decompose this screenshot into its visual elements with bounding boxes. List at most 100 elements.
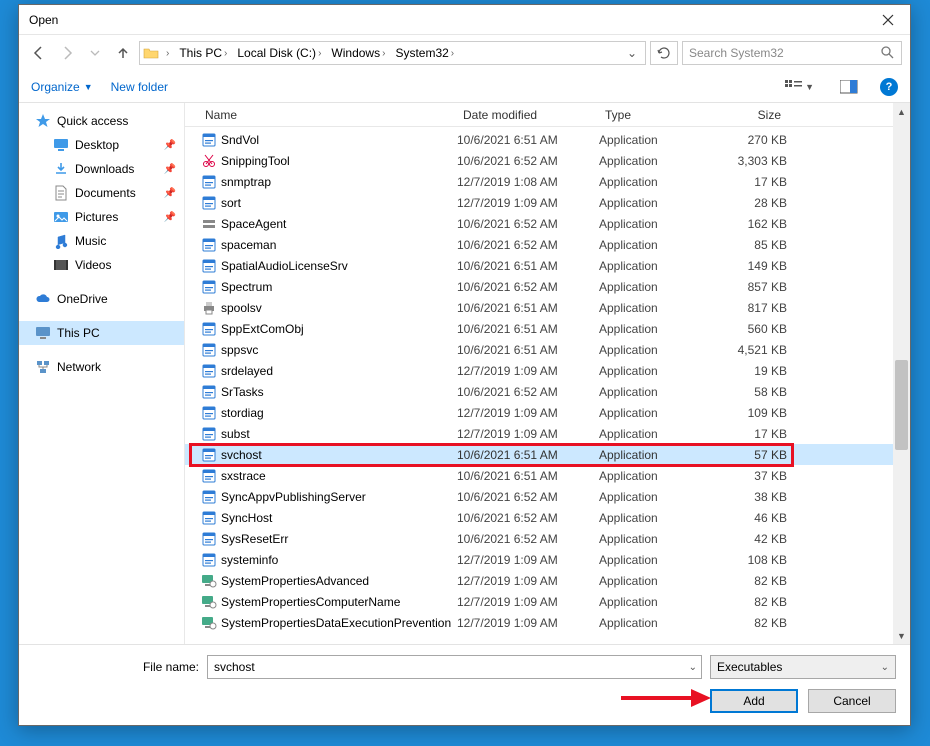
- scroll-down-icon[interactable]: ▼: [893, 627, 910, 644]
- file-type: Application: [599, 553, 709, 567]
- file-row[interactable]: SnippingTool10/6/2021 6:52 AMApplication…: [185, 150, 910, 171]
- view-options-button[interactable]: ▼: [781, 78, 818, 96]
- column-name[interactable]: Name: [199, 108, 457, 122]
- close-button[interactable]: [866, 5, 910, 35]
- preview-pane-button[interactable]: [836, 78, 862, 96]
- file-row[interactable]: SpaceAgent10/6/2021 6:52 AMApplication16…: [185, 213, 910, 234]
- file-row[interactable]: SystemPropertiesComputerName12/7/2019 1:…: [185, 591, 910, 612]
- open-dialog: Open › This PC› Local Disk (C:)› Windows…: [18, 4, 911, 726]
- breadcrumb-item[interactable]: Local Disk (C:)›: [233, 46, 325, 60]
- back-button[interactable]: [27, 41, 51, 65]
- file-icon: [199, 426, 219, 442]
- file-size: 38 KB: [709, 490, 787, 504]
- chevron-down-icon[interactable]: ⌄: [689, 662, 697, 673]
- file-size: 149 KB: [709, 259, 787, 273]
- file-row[interactable]: SyncHost10/6/2021 6:52 AMApplication46 K…: [185, 507, 910, 528]
- vertical-scrollbar[interactable]: ▲ ▼: [893, 103, 910, 644]
- file-row[interactable]: sxstrace10/6/2021 6:51 AMApplication37 K…: [185, 465, 910, 486]
- column-date[interactable]: Date modified: [457, 108, 599, 122]
- file-row[interactable]: SrTasks10/6/2021 6:52 AMApplication58 KB: [185, 381, 910, 402]
- file-icon: [199, 489, 219, 505]
- file-row[interactable]: SndVol10/6/2021 6:51 AMApplication270 KB: [185, 129, 910, 150]
- organize-menu[interactable]: Organize ▼: [31, 80, 93, 94]
- breadcrumb-item[interactable]: This PC›: [175, 46, 231, 60]
- column-type[interactable]: Type: [599, 108, 709, 122]
- file-type-filter[interactable]: Executables ⌄: [710, 655, 896, 679]
- chevron-down-icon[interactable]: ⌄: [881, 662, 889, 673]
- file-size: 57 KB: [709, 448, 787, 462]
- file-row[interactable]: SyncAppvPublishingServer10/6/2021 6:52 A…: [185, 486, 910, 507]
- sidebar-onedrive[interactable]: OneDrive: [19, 287, 184, 311]
- file-row[interactable]: srdelayed12/7/2019 1:09 AMApplication19 …: [185, 360, 910, 381]
- file-list[interactable]: SndVol10/6/2021 6:51 AMApplication270 KB…: [185, 127, 910, 644]
- file-name: snmptrap: [219, 175, 457, 189]
- pin-icon: 📌: [164, 164, 176, 175]
- file-row[interactable]: SpatialAudioLicenseSrv10/6/2021 6:51 AMA…: [185, 255, 910, 276]
- sidebar-pictures[interactable]: Pictures📌: [19, 205, 184, 229]
- filename-input[interactable]: svchost ⌄: [207, 655, 702, 679]
- scroll-up-icon[interactable]: ▲: [893, 103, 910, 120]
- sidebar-videos[interactable]: Videos: [19, 253, 184, 277]
- file-icon: [199, 510, 219, 526]
- file-row[interactable]: SystemPropertiesAdvanced12/7/2019 1:09 A…: [185, 570, 910, 591]
- sidebar-music[interactable]: Music: [19, 229, 184, 253]
- refresh-button[interactable]: [650, 41, 678, 65]
- file-icon: [199, 132, 219, 148]
- search-input[interactable]: Search System32: [682, 41, 902, 65]
- file-row[interactable]: stordiag12/7/2019 1:09 AMApplication109 …: [185, 402, 910, 423]
- add-button[interactable]: Add: [710, 689, 798, 713]
- file-row[interactable]: snmptrap12/7/2019 1:08 AMApplication17 K…: [185, 171, 910, 192]
- file-row[interactable]: SysResetErr10/6/2021 6:52 AMApplication4…: [185, 528, 910, 549]
- titlebar: Open: [19, 5, 910, 35]
- file-row[interactable]: sort12/7/2019 1:09 AMApplication28 KB: [185, 192, 910, 213]
- breadcrumb-item[interactable]: System32›: [391, 46, 458, 60]
- file-row[interactable]: sppsvc10/6/2021 6:51 AMApplication4,521 …: [185, 339, 910, 360]
- file-icon: [199, 174, 219, 190]
- file-name: sxstrace: [219, 469, 457, 483]
- file-row[interactable]: subst12/7/2019 1:09 AMApplication17 KB: [185, 423, 910, 444]
- file-row[interactable]: spoolsv10/6/2021 6:51 AMApplication817 K…: [185, 297, 910, 318]
- file-row[interactable]: Spectrum10/6/2021 6:52 AMApplication857 …: [185, 276, 910, 297]
- file-icon: [199, 594, 219, 610]
- file-row[interactable]: SppExtComObj10/6/2021 6:51 AMApplication…: [185, 318, 910, 339]
- file-icon: [199, 216, 219, 232]
- breadcrumb[interactable]: › This PC› Local Disk (C:)› Windows› Sys…: [139, 41, 646, 65]
- file-name: subst: [219, 427, 457, 441]
- sidebar-downloads[interactable]: Downloads📌: [19, 157, 184, 181]
- address-dropdown[interactable]: ⌄: [621, 46, 643, 60]
- file-date: 12/7/2019 1:09 AM: [457, 574, 599, 588]
- sidebar-quick-access[interactable]: Quick access: [19, 109, 184, 133]
- recent-dropdown[interactable]: [83, 41, 107, 65]
- column-headers[interactable]: Name Date modified Type Size: [185, 103, 910, 127]
- sidebar-this-pc[interactable]: This PC: [19, 321, 184, 345]
- file-name: svchost: [219, 448, 457, 462]
- sidebar-desktop[interactable]: Desktop📌: [19, 133, 184, 157]
- chevron-down-icon: ▼: [84, 82, 93, 92]
- file-date: 10/6/2021 6:51 AM: [457, 259, 599, 273]
- file-type: Application: [599, 322, 709, 336]
- cancel-button[interactable]: Cancel: [808, 689, 896, 713]
- sidebar-documents[interactable]: Documents📌: [19, 181, 184, 205]
- file-name: SyncHost: [219, 511, 457, 525]
- breadcrumb-item[interactable]: Windows›: [327, 46, 389, 60]
- sidebar-network[interactable]: Network: [19, 355, 184, 379]
- file-name: sppsvc: [219, 343, 457, 357]
- help-button[interactable]: ?: [880, 78, 898, 96]
- file-icon: [199, 300, 219, 316]
- column-size[interactable]: Size: [709, 108, 787, 122]
- file-row[interactable]: SystemPropertiesDataExecutionPrevention1…: [185, 612, 910, 633]
- file-size: 4,521 KB: [709, 343, 787, 357]
- forward-button[interactable]: [55, 41, 79, 65]
- file-type: Application: [599, 574, 709, 588]
- new-folder-button[interactable]: New folder: [111, 80, 168, 94]
- file-type: Application: [599, 532, 709, 546]
- file-row[interactable]: systeminfo12/7/2019 1:09 AMApplication10…: [185, 549, 910, 570]
- file-name: SystemPropertiesAdvanced: [219, 574, 457, 588]
- file-row[interactable]: spaceman10/6/2021 6:52 AMApplication85 K…: [185, 234, 910, 255]
- file-name: SnippingTool: [219, 154, 457, 168]
- up-button[interactable]: [111, 41, 135, 65]
- video-icon: [53, 257, 69, 273]
- scroll-thumb[interactable]: [895, 360, 908, 450]
- file-row[interactable]: svchost10/6/2021 6:51 AMApplication57 KB: [185, 444, 910, 465]
- onedrive-icon: [35, 291, 51, 307]
